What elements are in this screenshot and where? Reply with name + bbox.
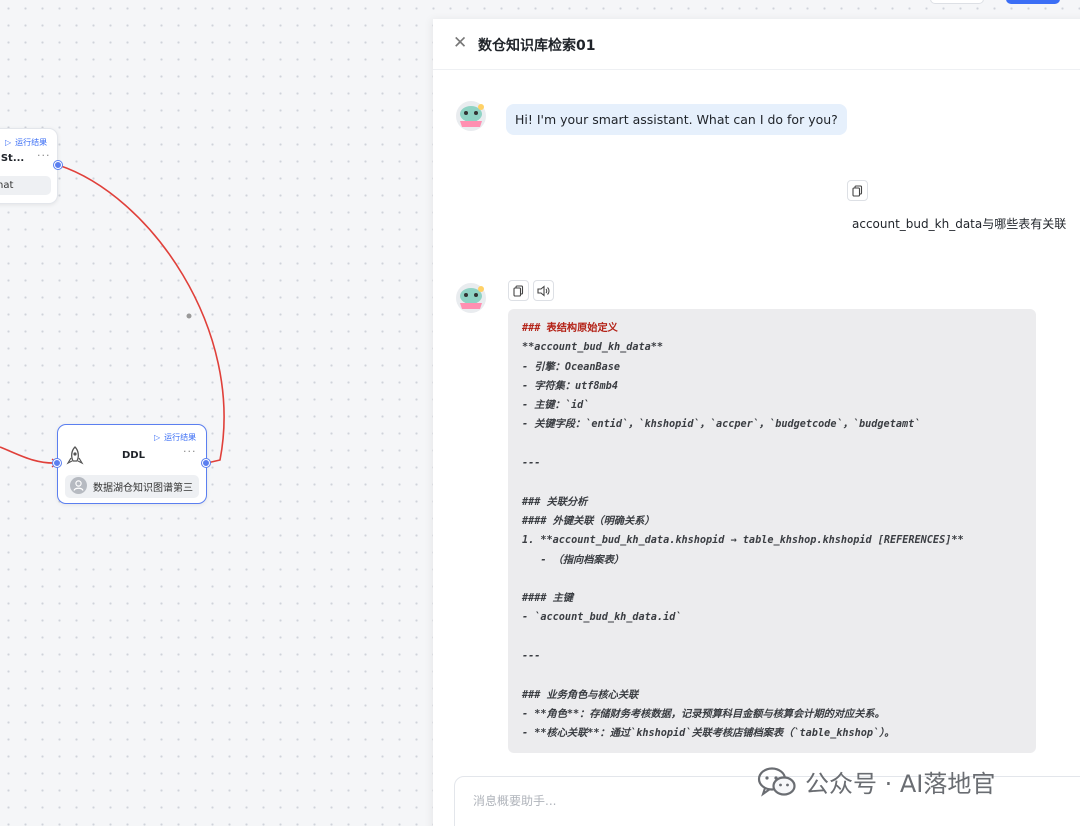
node-chip: hat [0,176,51,195]
answer-line: 1. **account_bud_kh_data.khshopid → tabl… [522,535,964,547]
answer-line: #### 主键 [522,593,574,605]
panel-title: 数仓知识库检索01 [478,38,596,54]
answer-line: - 主键：`id` [522,400,590,412]
assistant-avatar [456,101,486,131]
more-icon[interactable]: ··· [183,445,197,458]
edge-incoming-ddl [0,446,58,464]
answer-line: - （指向档案表） [522,554,624,566]
answer-line: - `account_bud_kh_data.id` [522,612,682,624]
assistant-answer: ### 表结构原始定义 **account_bud_kh_data** - 引擎：O… [508,309,1036,753]
more-icon[interactable]: ··· [37,149,51,162]
node-title: L St... [0,153,25,164]
output-port[interactable] [54,161,62,169]
node-chip: 数据湖仓知识图谱第三 [65,475,199,498]
user-icon [70,477,87,494]
edge-left-to-ddl [57,164,225,464]
answer-line: - **核心关联**：通过`khshopid`关联考核店铺档案表（`table_… [522,728,895,740]
panel-header: ✕ 数仓知识库检索01 [433,19,1080,70]
user-message: account_bud_kh_data与哪些表有关联 [852,217,1067,231]
assistant-greeting: Hi! I'm your smart assistant. What can I… [506,104,847,135]
play-icon: ▷ [154,433,161,442]
close-icon[interactable]: ✕ [453,33,467,53]
speaker-icon [537,284,550,297]
run-result-link[interactable]: ▷ 运行结果 [154,432,196,443]
answer-line: ### 关联分析 [522,496,588,508]
answer-line [522,473,1022,492]
wechat-icon [757,766,796,797]
answer-line: #### 外键关联（明确关系） [522,515,655,527]
read-aloud-button[interactable] [533,280,554,301]
copy-icon [513,284,524,297]
input-port[interactable] [53,459,61,467]
answer-line [522,628,1022,647]
watermark: 公众号 · AI落地官 [757,764,995,799]
answer-line: **account_bud_kh_data** [522,342,664,354]
run-result-link[interactable]: ▷ 运行结果 [5,137,47,148]
answer-line: --- [522,651,541,663]
workflow-node-left[interactable]: ▷运行结果 L St... ··· hat [0,128,58,204]
answer-line: ### 业务角色与核心关联 [522,689,639,701]
answer-line [522,435,1022,454]
copy-button[interactable] [508,280,529,301]
chat-panel: ✕ 数仓知识库检索01 Hi! I'm your smart assistant… [433,19,1080,826]
copy-button[interactable] [847,180,868,201]
answer-line [522,666,1022,685]
output-port[interactable] [202,459,210,467]
answer-line [522,570,1022,589]
answer-line: - 关键字段：`entid`，`khshopid`，`accper`，`budg… [522,419,921,431]
answer-line: - 字符集：utf8mb4 [522,380,618,392]
edge-midpoint-handle [186,313,192,319]
answer-line: ### 表结构原始定义 [522,323,618,334]
answer-line: --- [522,458,541,470]
answer-line: - **角色**：存储财务考核数据，记录预算科目金额与核算会计期的对应关系。 [522,708,885,720]
play-icon: ▷ [5,138,12,147]
assistant-avatar [456,283,486,313]
node-type-icon [66,446,84,465]
node-title: DDL [122,450,145,461]
answer-line: - 引擎：OceanBase [522,361,621,373]
workflow-node-ddl[interactable]: ▷ 运行结果 DDL ··· 数据湖仓知识图谱第三 [57,424,207,504]
copy-icon [852,184,863,197]
